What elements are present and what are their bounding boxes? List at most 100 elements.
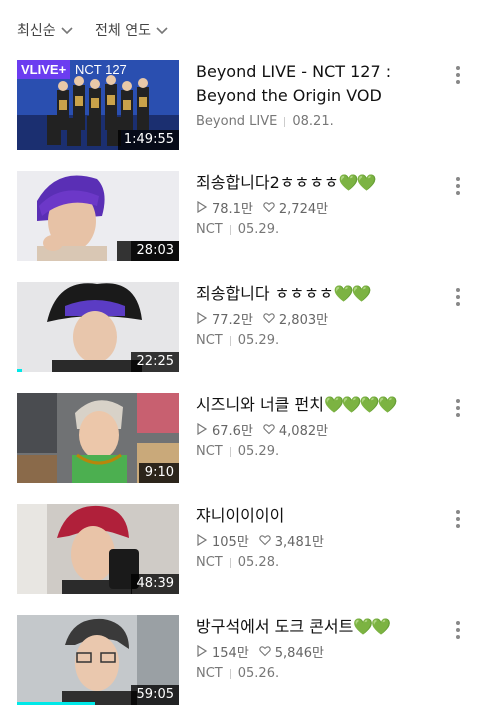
video-thumbnail[interactable]: 59:05 (17, 615, 179, 705)
play-icon (197, 312, 208, 324)
video-duration: 59:05 (130, 685, 179, 705)
video-stats: 78.1만 2,724만 (196, 198, 446, 217)
video-thumbnail[interactable]: 28:03 (17, 171, 179, 261)
video-info: 죄송합니다 ㅎㅎㅎㅎ💚💚 77.2만 2,803만 NCT 05.29. (196, 282, 446, 348)
video-info: Beyond LIVE - NCT 127 : Beyond the Origi… (196, 60, 446, 129)
video-meta: Beyond LIVE 08.21. (196, 114, 446, 129)
green-heart-emoji: 💚💚 (338, 173, 377, 192)
video-title[interactable]: 죄송합니다 ㅎㅎㅎㅎ💚💚 (196, 282, 446, 306)
play-icon (197, 201, 208, 213)
title-text: 시즈니와 너클 펀치 (196, 395, 324, 414)
channel-name[interactable]: Beyond LIVE (196, 114, 277, 129)
upload-date: 05.26. (237, 666, 280, 681)
video-thumbnail[interactable]: 48:39 (17, 504, 179, 594)
meta-divider (284, 116, 286, 127)
play-count: 78.1만 (212, 201, 253, 217)
meta-divider (229, 335, 231, 346)
video-info: 쟈니이이이이 105만 3,481만 NCT 05.28. (196, 504, 446, 570)
heart-icon (263, 313, 275, 324)
like-count: 4,082만 (278, 423, 329, 439)
video-list-item[interactable]: 48:39 쟈니이이이이 105만 3,481만 NCT 05.28. (0, 504, 480, 600)
thumbnail-caption: NCT 127 (75, 62, 127, 77)
video-title[interactable]: 방구석에서 도크 콘서트💚💚 (196, 615, 446, 639)
upload-date: 05.29. (237, 444, 280, 459)
like-count: 2,803만 (278, 312, 329, 328)
more-options-icon[interactable] (450, 285, 466, 309)
green-heart-emoji: 💚💚 (353, 617, 391, 636)
channel-name[interactable]: NCT (196, 222, 223, 237)
like-count: 3,481만 (274, 534, 324, 550)
chevron-down-icon (156, 27, 168, 35)
play-icon (197, 423, 208, 435)
channel-name[interactable]: NCT (196, 666, 223, 681)
video-stats: 154만 5,846만 (196, 642, 446, 661)
video-title[interactable]: 죄송합니다2ㅎㅎㅎㅎ💚💚 (196, 171, 446, 195)
more-options-icon[interactable] (450, 63, 466, 87)
heart-icon (263, 424, 275, 435)
video-duration: 28:03 (130, 241, 179, 261)
green-heart-emoji: 💚💚💚💚 (323, 395, 398, 414)
video-title[interactable]: 쟈니이이이이 (196, 504, 446, 528)
title-text: 죄송합니다 ㅎㅎㅎㅎ (196, 284, 334, 303)
video-stats: 67.6만 4,082만 (196, 420, 446, 439)
watch-progress-bar (17, 702, 95, 705)
sort-filter-label: 최신순 (17, 23, 56, 39)
more-options-icon[interactable] (450, 507, 466, 531)
video-duration: 48:39 (130, 574, 179, 594)
meta-divider (229, 668, 231, 679)
video-info: 시즈니와 너클 펀치💚💚💚💚 67.6만 4,082만 NCT 05.29. (196, 393, 446, 459)
year-filter-dropdown[interactable]: 전체 연도 (95, 20, 170, 40)
video-duration: 9:10 (138, 463, 179, 483)
more-options-icon[interactable] (450, 174, 466, 198)
filter-bar: 최신순 전체 연도 (0, 0, 480, 56)
video-title[interactable]: Beyond LIVE - NCT 127 : Beyond the Origi… (196, 60, 446, 108)
video-stats: 77.2만 2,803만 (196, 309, 446, 328)
video-info: 죄송합니다2ㅎㅎㅎㅎ💚💚 78.1만 2,724만 NCT 05.29. (196, 171, 446, 237)
video-thumbnail[interactable]: 9:10 (17, 393, 179, 483)
video-list-item[interactable]: 22:25 죄송합니다 ㅎㅎㅎㅎ💚💚 77.2만 2,803만 NCT 05.2… (0, 282, 480, 378)
video-meta: NCT 05.28. (196, 555, 446, 570)
video-thumbnail[interactable]: VLIVE+ NCT 127 1:49:55 (17, 60, 179, 150)
vlive-plus-badge: VLIVE+ (17, 60, 71, 79)
video-meta: NCT 05.29. (196, 222, 446, 237)
title-text: 쟈니이이이이 (196, 506, 285, 525)
upload-date: 05.28. (237, 555, 280, 570)
sort-filter-dropdown[interactable]: 최신순 (17, 20, 75, 40)
heart-icon (259, 535, 271, 546)
video-meta: NCT 05.29. (196, 333, 446, 348)
video-list-item[interactable]: VLIVE+ NCT 127 1:49:55 Beyond LIVE - NCT… (0, 60, 480, 156)
video-duration: 1:49:55 (117, 130, 179, 150)
more-options-icon[interactable] (450, 396, 466, 420)
channel-name[interactable]: NCT (196, 333, 223, 348)
upload-date: 05.29. (237, 222, 280, 237)
year-filter-label: 전체 연도 (95, 23, 151, 39)
video-title[interactable]: 시즈니와 너클 펀치💚💚💚💚 (196, 393, 446, 417)
video-stats: 105만 3,481만 (196, 531, 446, 550)
chevron-down-icon (61, 27, 73, 35)
upload-date: 08.21. (292, 114, 334, 129)
more-options-icon[interactable] (450, 618, 466, 642)
video-meta: NCT 05.29. (196, 444, 446, 459)
play-icon (197, 534, 208, 546)
like-count: 5,846만 (274, 645, 324, 661)
play-count: 67.6만 (212, 423, 253, 439)
video-info: 방구석에서 도크 콘서트💚💚 154만 5,846만 NCT 05.26. (196, 615, 446, 681)
channel-name[interactable]: NCT (196, 555, 223, 570)
heart-icon (259, 646, 271, 657)
green-heart-emoji: 💚💚 (333, 284, 372, 303)
video-meta: NCT 05.26. (196, 666, 446, 681)
video-thumbnail[interactable]: 22:25 (17, 282, 179, 372)
like-count: 2,724만 (278, 201, 329, 217)
video-list-item[interactable]: 59:05 방구석에서 도크 콘서트💚💚 154만 5,846만 NCT 05.… (0, 615, 480, 711)
play-count: 77.2만 (212, 312, 253, 328)
title-text: 방구석에서 도크 콘서트 (196, 617, 354, 636)
title-text: 죄송합니다2ㅎㅎㅎㅎ (196, 173, 339, 192)
play-count: 105만 (212, 534, 249, 550)
video-list-item[interactable]: 9:10 시즈니와 너클 펀치💚💚💚💚 67.6만 4,082만 NCT 05.… (0, 393, 480, 489)
video-list-item[interactable]: 28:03 죄송합니다2ㅎㅎㅎㅎ💚💚 78.1만 2,724만 NCT 05.2… (0, 171, 480, 267)
channel-name[interactable]: NCT (196, 444, 223, 459)
video-duration: 22:25 (130, 352, 179, 372)
meta-divider (229, 557, 231, 568)
play-count: 154만 (212, 645, 249, 661)
upload-date: 05.29. (237, 333, 280, 348)
